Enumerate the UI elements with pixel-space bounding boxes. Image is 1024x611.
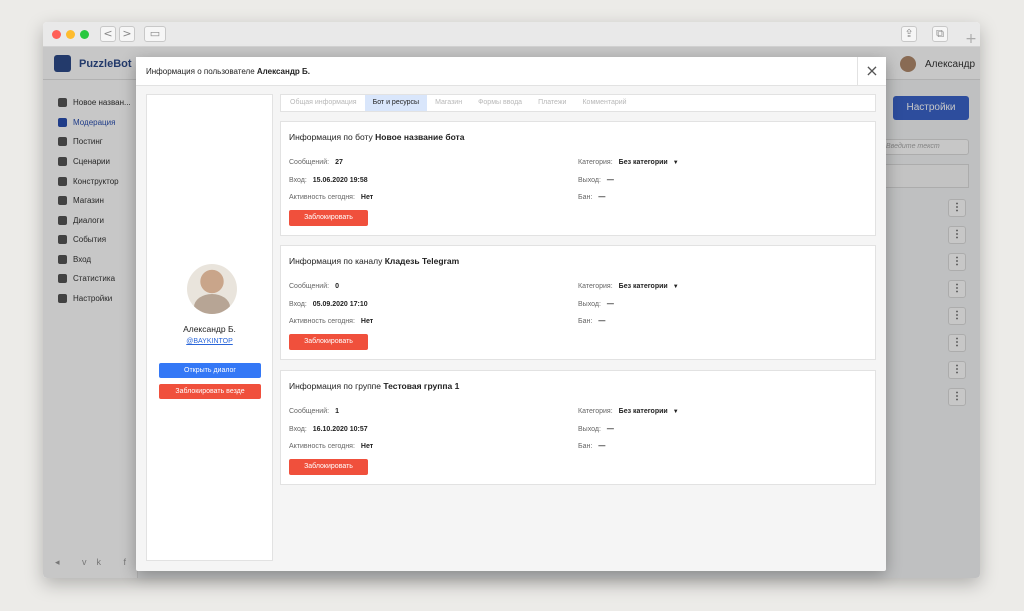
exit-field: Выход: — bbox=[578, 426, 614, 433]
tab-input-forms[interactable]: Формы ввода bbox=[470, 95, 530, 111]
maximize-window-button[interactable] bbox=[80, 30, 89, 39]
tab-payments[interactable]: Платежи bbox=[530, 95, 574, 111]
block-everywhere-button[interactable]: Заблокировать везде bbox=[159, 384, 261, 399]
category-field[interactable]: Категория: Без категории ▼ bbox=[578, 283, 679, 290]
profile-panel: Александр Б. @BAYKINTOP Открыть диалог З… bbox=[146, 94, 273, 561]
entry-field: Вход: 05.09.2020 17:10 bbox=[289, 301, 368, 308]
avatar bbox=[187, 264, 237, 314]
sidebar-toggle-icon[interactable]: ▭ bbox=[144, 26, 166, 42]
profile-handle-link[interactable]: @BAYKINTOP bbox=[147, 338, 272, 345]
modal-header: Информация о пользователе Александр Б. × bbox=[136, 57, 886, 86]
category-field[interactable]: Категория: Без категории ▼ bbox=[578, 408, 679, 415]
group-info-card: Информация по группе Тестовая группа 1 С… bbox=[280, 370, 876, 485]
user-info-modal: Информация о пользователе Александр Б. ×… bbox=[136, 57, 886, 571]
messages-field: Сообщений: 0 bbox=[289, 283, 339, 290]
bot-info-card: Информация по боту Новое название бота С… bbox=[280, 121, 876, 236]
block-button[interactable]: Заблокировать bbox=[289, 334, 368, 350]
profile-name: Александр Б. bbox=[183, 324, 236, 334]
modal-tabs: Общая информация Бот и ресурсы Магазин Ф… bbox=[280, 94, 876, 112]
activity-field: Активность сегодня: Нет bbox=[289, 194, 374, 201]
activity-field: Активность сегодня: Нет bbox=[289, 318, 374, 325]
open-dialog-button[interactable]: Открыть диалог bbox=[159, 363, 261, 378]
forward-button[interactable]: > bbox=[119, 26, 135, 42]
ban-field: Бан: — bbox=[578, 194, 606, 201]
card-title: Информация по боту Новое название бота bbox=[289, 132, 465, 142]
card-title: Информация по каналу Кладезь Telegram bbox=[289, 256, 460, 266]
tab-comment[interactable]: Комментарий bbox=[574, 95, 634, 111]
card-title: Информация по группе Тестовая группа 1 bbox=[289, 381, 460, 391]
minimize-window-button[interactable] bbox=[66, 30, 75, 39]
tab-bot-resources[interactable]: Бот и ресурсы bbox=[364, 95, 428, 111]
entry-field: Вход: 15.06.2020 19:58 bbox=[289, 177, 368, 184]
block-button[interactable]: Заблокировать bbox=[289, 459, 368, 475]
browser-titlebar: < > ▭ ⇪ ⧉ bbox=[43, 22, 980, 47]
caret-down-icon[interactable]: ▼ bbox=[673, 284, 679, 290]
category-field[interactable]: Категория: Без категории ▼ bbox=[578, 159, 679, 166]
share-icon[interactable]: ⇪ bbox=[901, 26, 917, 42]
exit-field: Выход: — bbox=[578, 301, 614, 308]
ban-field: Бан: — bbox=[578, 443, 606, 450]
entry-field: Вход: 16.10.2020 10:57 bbox=[289, 426, 368, 433]
block-button[interactable]: Заблокировать bbox=[289, 210, 368, 226]
back-button[interactable]: < bbox=[100, 26, 116, 42]
channel-info-card: Информация по каналу Кладезь Telegram Со… bbox=[280, 245, 876, 360]
tabs-overview-icon[interactable]: ⧉ bbox=[932, 26, 948, 42]
close-icon[interactable]: × bbox=[857, 57, 886, 86]
close-window-button[interactable] bbox=[52, 30, 61, 39]
tab-shop[interactable]: Магазин bbox=[427, 95, 470, 111]
new-tab-icon[interactable]: + bbox=[962, 30, 980, 48]
caret-down-icon[interactable]: ▼ bbox=[673, 160, 679, 166]
caret-down-icon[interactable]: ▼ bbox=[673, 409, 679, 415]
tab-general[interactable]: Общая информация bbox=[282, 95, 365, 111]
exit-field: Выход: — bbox=[578, 177, 614, 184]
activity-field: Активность сегодня: Нет bbox=[289, 443, 374, 450]
messages-field: Сообщений: 1 bbox=[289, 408, 339, 415]
messages-field: Сообщений: 27 bbox=[289, 159, 343, 166]
ban-field: Бан: — bbox=[578, 318, 606, 325]
modal-title: Информация о пользователе Александр Б. bbox=[146, 67, 310, 76]
